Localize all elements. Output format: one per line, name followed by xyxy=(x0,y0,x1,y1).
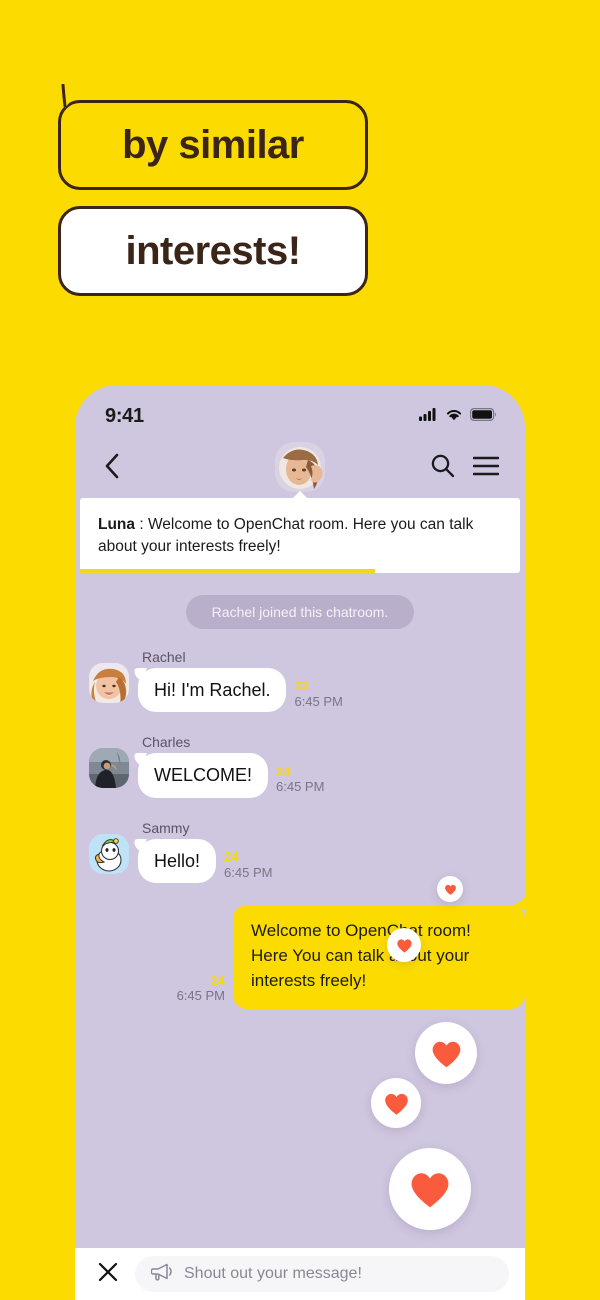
outgoing-meta: 24 6:45 PM xyxy=(176,973,225,1009)
bubble-line: Hello! 24 6:45 PM xyxy=(134,838,273,884)
outgoing-message-bubble[interactable]: Welcome to OpenChat room! Here You can t… xyxy=(233,897,525,1010)
cellular-signal-icon xyxy=(419,407,438,426)
message-time: 6:45 PM xyxy=(276,779,325,795)
avatar-charles[interactable] xyxy=(89,748,129,789)
headline-bubble-two: interests! xyxy=(58,206,368,296)
close-icon xyxy=(97,1261,119,1288)
bubble-tail-icon xyxy=(133,667,147,684)
heart-reaction[interactable] xyxy=(415,1022,477,1084)
banner-separator: : xyxy=(135,516,148,533)
avatar-sammy[interactable] xyxy=(89,833,129,874)
heart-icon xyxy=(432,1041,460,1067)
heart-icon xyxy=(411,1173,449,1208)
heart-icon xyxy=(444,884,456,895)
outgoing-message-text: Welcome to OpenChat room! Here You can t… xyxy=(251,921,471,990)
heart-reaction[interactable] xyxy=(437,876,463,902)
outgoing-read-count: 24 xyxy=(210,973,225,989)
outgoing-time: 6:45 PM xyxy=(176,988,225,1004)
message-read-count: 24 xyxy=(224,849,239,865)
headline-bubble-one: by similar xyxy=(58,84,368,190)
message-sender: Rachel xyxy=(142,648,186,665)
heart-reaction[interactable] xyxy=(387,928,421,962)
announcement-banner[interactable]: Luna : Welcome to OpenChat room. Here yo… xyxy=(80,491,520,573)
bubble-line: WELCOME! 24 6:45 PM xyxy=(134,753,325,798)
message-read-count: 22 xyxy=(294,678,309,694)
speech-tail-icon xyxy=(60,84,86,110)
status-time: 9:41 xyxy=(105,405,144,427)
message-sender: Charles xyxy=(142,734,191,751)
status-icons xyxy=(419,407,497,426)
message-col-rachel: Rachel Hi! I'm Rachel. 22 6:45 PM xyxy=(134,648,343,713)
room-avatar[interactable] xyxy=(275,442,325,492)
bubble-tail-icon xyxy=(133,838,147,855)
message-sender: Sammy xyxy=(142,819,190,836)
heart-icon xyxy=(396,938,412,953)
close-button[interactable] xyxy=(95,1261,121,1287)
battery-icon xyxy=(470,407,497,426)
status-bar: 9:41 xyxy=(75,385,525,440)
nav-bar xyxy=(75,440,525,496)
message-text: WELCOME! xyxy=(154,765,253,786)
message-text: Hi! I'm Rachel. xyxy=(154,679,271,700)
message-meta: 24 6:45 PM xyxy=(224,849,273,883)
heart-reaction[interactable] xyxy=(371,1078,421,1128)
message-bubble[interactable]: WELCOME! xyxy=(134,753,269,798)
message-row-charles: Charles WELCOME! 24 6:45 PM xyxy=(75,734,525,798)
banner-text: Luna : Welcome to OpenChat room. Here yo… xyxy=(98,514,502,559)
system-notice-row: Rachel joined this chatroom. xyxy=(75,594,525,629)
wifi-icon xyxy=(445,408,463,426)
message-bubble[interactable]: Hello! xyxy=(134,838,217,884)
message-col-charles: Charles WELCOME! 24 6:45 PM xyxy=(134,734,325,798)
message-meta: 24 6:45 PM xyxy=(276,763,325,798)
message-input-bar: Shout out your message! xyxy=(75,1248,525,1300)
headline-text-two: interests! xyxy=(125,229,301,273)
message-time: 6:45 PM xyxy=(294,693,343,709)
message-text: Hello! xyxy=(154,850,201,871)
search-icon[interactable] xyxy=(430,453,455,483)
message-col-sammy: Sammy Hello! 24 6:45 PM xyxy=(134,819,273,884)
banner-sender: Luna xyxy=(98,516,136,533)
search-input[interactable]: Shout out your message! xyxy=(135,1256,509,1292)
message-meta: 22 6:45 PM xyxy=(294,678,343,712)
hamburger-menu-icon[interactable] xyxy=(472,456,500,481)
message-bubble[interactable]: Hi! I'm Rachel. xyxy=(134,667,287,713)
avatar-rachel[interactable] xyxy=(89,662,129,703)
message-time: 6:45 PM xyxy=(224,864,273,880)
banner-message: Welcome to OpenChat room. Here you can t… xyxy=(98,516,474,556)
headline-text-one: by similar xyxy=(122,123,304,167)
bubble-line: Hi! I'm Rachel. 22 6:45 PM xyxy=(134,667,343,713)
message-row-rachel: Rachel Hi! I'm Rachel. 22 6:45 PM xyxy=(75,649,525,713)
headline-block: by similar interests! xyxy=(58,84,368,296)
system-notice: Rachel joined this chatroom. xyxy=(185,594,415,629)
message-row-outgoing: 24 6:45 PM Welcome to OpenChat room! Her… xyxy=(75,897,525,1010)
bubble-tail-icon xyxy=(502,892,525,910)
chevron-left-icon xyxy=(104,453,120,484)
message-read-count: 24 xyxy=(276,763,291,779)
message-row-sammy: Sammy Hello! 24 6:45 PM xyxy=(75,820,525,884)
search-input-placeholder: Shout out your message! xyxy=(184,1265,362,1282)
chat-thread: Rachel joined this chatroom. Rachel Hi! … xyxy=(75,573,525,1010)
banner-tail-icon xyxy=(293,491,307,498)
back-button[interactable] xyxy=(97,453,127,483)
bubble-tail-icon xyxy=(133,753,147,769)
megaphone-icon xyxy=(150,1263,173,1286)
heart-icon xyxy=(384,1093,408,1115)
nav-actions xyxy=(430,453,500,483)
heart-reaction[interactable] xyxy=(389,1148,471,1230)
